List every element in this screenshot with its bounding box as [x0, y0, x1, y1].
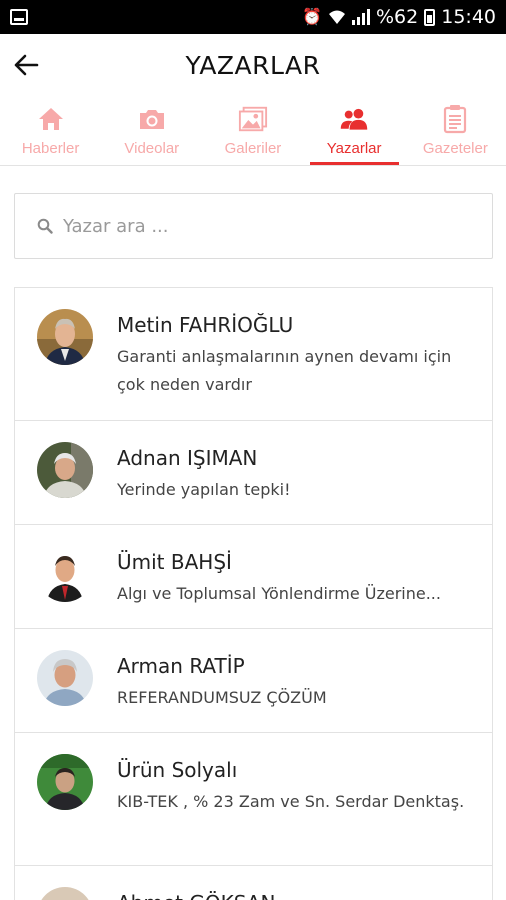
app-notification-icon	[10, 9, 28, 25]
tab-label: Galeriler	[224, 140, 282, 157]
active-tab-indicator	[309, 162, 399, 165]
signal-icon	[352, 9, 370, 25]
list-item[interactable]: Ümit BAHŞİ Algı ve Toplumsal Yönlendirme…	[15, 525, 492, 629]
page-title: YAZARLAR	[185, 50, 321, 80]
wifi-icon	[329, 10, 345, 24]
tab-label: Yazarlar	[326, 140, 382, 157]
tab-label: Videolar	[124, 140, 180, 157]
clock: 15:40	[441, 6, 496, 28]
list-item[interactable]: Ahmet GÖKSAN	[15, 866, 492, 900]
author-name: Arman RATİP	[117, 654, 245, 678]
alarm-icon: ⏰	[302, 7, 322, 26]
avatar	[37, 309, 93, 365]
back-button[interactable]	[8, 47, 44, 83]
list-item[interactable]: Metin FAHRİOĞLU Garanti anlaşmalarının a…	[15, 288, 492, 421]
list-item[interactable]: Ürün Solyalı KIB-TEK , % 23 Zam ve Sn. S…	[15, 733, 492, 866]
author-name: Adnan IŞIMAN	[117, 446, 258, 470]
tab-haberler[interactable]: Haberler	[0, 96, 101, 165]
avatar	[37, 442, 93, 498]
tab-label: Haberler	[21, 140, 80, 157]
author-headline: KIB-TEK , % 23 Zam ve Sn. Serdar Denktaş…	[117, 792, 465, 811]
newspaper-icon	[444, 105, 467, 134]
arrow-left-icon	[14, 54, 39, 76]
list-item[interactable]: Arman RATİP REFERANDUMSUZ ÇÖZÜM	[15, 629, 492, 733]
avatar	[37, 546, 93, 602]
list-item[interactable]: Adnan IŞIMAN Yerinde yapılan tepki!	[15, 421, 492, 525]
author-headline: Yerinde yapılan tepki!	[117, 480, 291, 499]
author-headline: Garanti anlaşmalarının aynen devamı için…	[117, 347, 452, 394]
author-name: Metin FAHRİOĞLU	[117, 313, 294, 337]
avatar	[37, 887, 93, 900]
tab-galeriler[interactable]: Galeriler	[202, 96, 303, 165]
tab-bar: Haberler Videolar Galeriler Yazarlar Gaz…	[0, 96, 506, 166]
home-icon	[38, 108, 63, 130]
author-list: Metin FAHRİOĞLU Garanti anlaşmalarının a…	[14, 287, 493, 900]
author-name: Ümit BAHŞİ	[117, 550, 232, 574]
app-header: YAZARLAR	[0, 34, 506, 96]
status-bar: ⏰ %62 15:40	[0, 0, 506, 34]
tab-videolar[interactable]: Videolar	[101, 96, 202, 165]
author-headline: REFERANDUMSUZ ÇÖZÜM	[117, 688, 327, 707]
tab-label: Gazeteler	[422, 140, 488, 157]
author-name: Ahmet GÖKSAN	[117, 891, 275, 900]
search-input[interactable]	[63, 215, 443, 237]
gallery-icon	[238, 106, 268, 132]
avatar	[37, 650, 93, 706]
camera-icon	[139, 110, 164, 129]
tab-gazeteler[interactable]: Gazeteler	[405, 96, 506, 165]
users-icon	[340, 108, 368, 130]
author-name: Ürün Solyalı	[117, 758, 238, 782]
author-headline: Algı ve Toplumsal Yönlendirme Üzerine...	[117, 584, 441, 603]
battery-percent: %62	[376, 6, 419, 28]
search-icon	[37, 218, 53, 234]
tab-yazarlar[interactable]: Yazarlar	[304, 96, 405, 165]
battery-icon	[424, 8, 436, 26]
search-box[interactable]	[14, 193, 493, 259]
avatar	[37, 754, 93, 810]
